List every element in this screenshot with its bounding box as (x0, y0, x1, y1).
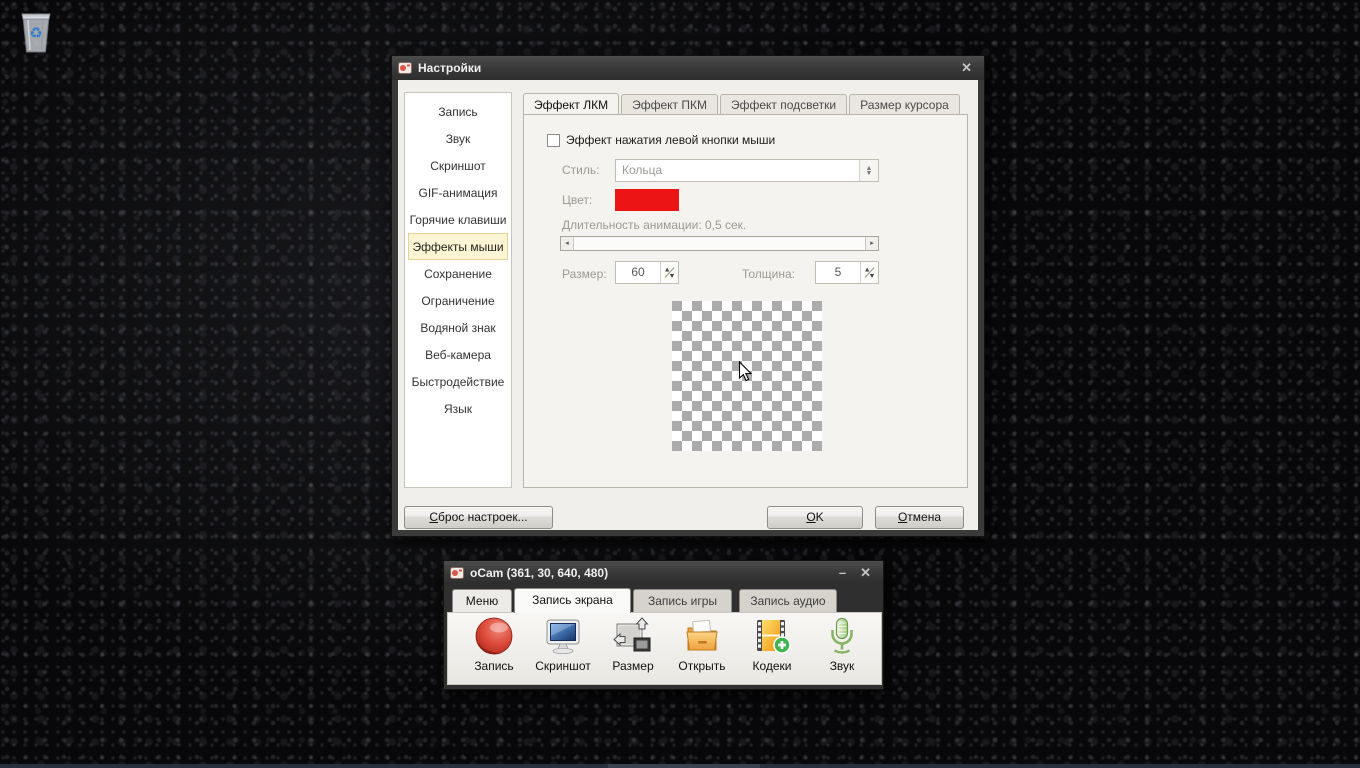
open-label: Открыть (678, 659, 726, 673)
ok-button[interactable]: OK (767, 506, 863, 529)
sound-label: Звук (829, 659, 855, 673)
resize-button[interactable]: Размер (600, 616, 666, 673)
style-combobox-value: Кольца (622, 163, 663, 177)
settings-client-area: Запись Звук Скриншот GIF-анимация Горячи… (398, 80, 978, 530)
style-label: Стиль: (562, 163, 600, 177)
slider-right-arrow-icon[interactable]: ▸ (865, 237, 878, 250)
desktop: ♻ Настройки ✕ Запись Звук Скриншот GIF-а… (0, 0, 1360, 768)
resize-icon (613, 617, 651, 652)
settings-window: Настройки ✕ Запись Звук Скриншот GIF-ани… (391, 55, 985, 537)
sound-icon (831, 617, 853, 654)
mouse-cursor-icon (738, 361, 753, 382)
slider-left-arrow-icon[interactable]: ◂ (561, 237, 574, 250)
sidebar-item-gif-animation[interactable]: GIF-анимация (408, 179, 508, 206)
sidebar-item-screenshot[interactable]: Скриншот (408, 152, 508, 179)
recycle-symbol: ♻ (29, 25, 42, 42)
sidebar-item-mouse-effects[interactable]: Эффекты мыши (408, 233, 508, 260)
ocam-toolbar: Запись Скриншот Размер Открыть Кодеки Зв… (447, 612, 882, 685)
sidebar-item-language[interactable]: Язык (408, 395, 508, 422)
record-label: Запись (474, 659, 514, 673)
tab-highlight-effect[interactable]: Эффект подсветки (720, 94, 848, 114)
screenshot-label: Скриншот (535, 659, 591, 673)
record-button[interactable]: Запись (461, 616, 527, 673)
record-icon (475, 617, 513, 655)
taskbar-edge-highlight (608, 764, 760, 768)
combobox-spinner-icon[interactable]: ▲ ▼ (859, 160, 878, 181)
cancel-button[interactable]: Отмена (875, 506, 964, 529)
tab-rmb-effect[interactable]: Эффект ПКМ (621, 94, 718, 114)
thickness-spinner[interactable]: 5 (815, 261, 879, 284)
sidebar-item-hotkeys[interactable]: Горячие клавиши (408, 206, 508, 233)
sound-button[interactable]: Звук (809, 616, 875, 673)
open-button[interactable]: Открыть (669, 616, 735, 673)
codecs-button[interactable]: Кодеки (739, 616, 805, 673)
size-value: 60 (631, 265, 645, 279)
sidebar-item-performance[interactable]: Быстродействие (408, 368, 508, 395)
sidebar-item-limit[interactable]: Ограничение (408, 287, 508, 314)
thickness-value: 5 (834, 265, 842, 279)
settings-window-title: Настройки (418, 61, 482, 75)
resize-label: Размер (612, 659, 654, 673)
sidebar-item-record[interactable]: Запись (408, 98, 508, 125)
sidebar-item-watermark[interactable]: Водяной знак (408, 314, 508, 341)
screenshot-icon (546, 619, 580, 655)
screenshot-button[interactable]: Скриншот (530, 616, 596, 673)
color-label: Цвет: (562, 193, 593, 207)
lmb-effect-checkbox[interactable] (547, 134, 560, 147)
lmb-effect-panel: Эффект нажатия левой кнопки мыши Стиль: … (523, 114, 968, 488)
settings-close-button[interactable]: ✕ (957, 60, 976, 76)
size-spinner[interactable]: 60 (615, 261, 679, 284)
sidebar-item-webcam[interactable]: Веб-камера (408, 341, 508, 368)
sidebar-item-saving[interactable]: Сохранение (408, 260, 508, 287)
style-combobox[interactable]: Кольца ▲ ▼ (615, 159, 879, 182)
recycle-bin-icon[interactable]: ♻ (16, 8, 56, 56)
effect-tabs: Эффект ЛКМ Эффект ПКМ Эффект подсветки Р… (523, 93, 962, 114)
lmb-effect-checkbox-label: Эффект нажатия левой кнопки мыши (566, 133, 776, 147)
size-label: Размер: (562, 267, 607, 281)
duration-slider[interactable]: ◂ ▸ (560, 236, 879, 251)
settings-titlebar[interactable]: Настройки ✕ (392, 56, 984, 80)
codecs-icon (757, 620, 791, 654)
settings-category-list: Запись Звук Скриншот GIF-анимация Горячи… (404, 92, 512, 488)
effect-preview-area (672, 301, 822, 451)
thickness-updown-icon[interactable] (860, 262, 878, 283)
ocam-tabs: Меню Запись экрана Запись игры Запись ау… (447, 588, 882, 613)
tab-audio-recording[interactable]: Запись аудио (739, 589, 837, 613)
thickness-label: Толщина: (742, 267, 796, 281)
size-updown-icon[interactable] (660, 262, 678, 283)
sidebar-item-sound[interactable]: Звук (408, 125, 508, 152)
settings-app-icon (398, 62, 412, 74)
tab-screen-recording[interactable]: Запись экрана (514, 588, 631, 613)
tab-cursor-size[interactable]: Размер курсора (849, 94, 960, 114)
open-icon (686, 619, 718, 651)
reset-settings-button[interactable]: Сброс настроек... (404, 506, 553, 529)
duration-label: Длительность анимации: 0,5 сек. (562, 218, 747, 232)
codecs-label: Кодеки (752, 659, 792, 673)
ocam-window: oCam (361, 30, 640, 480) – ✕ Меню Запись… (443, 560, 884, 690)
tab-menu[interactable]: Меню (452, 589, 512, 613)
ocam-window-title: oCam (361, 30, 640, 480) (470, 565, 609, 580)
ocam-titlebar[interactable]: oCam (361, 30, 640, 480) – ✕ (444, 561, 883, 584)
ocam-app-icon (450, 566, 464, 579)
ocam-close-button[interactable]: ✕ (856, 565, 875, 581)
tab-game-recording[interactable]: Запись игры (633, 589, 732, 613)
ocam-minimize-button[interactable]: – (835, 565, 850, 580)
color-swatch[interactable] (615, 189, 679, 211)
tab-lmb-effect[interactable]: Эффект ЛКМ (523, 93, 620, 114)
